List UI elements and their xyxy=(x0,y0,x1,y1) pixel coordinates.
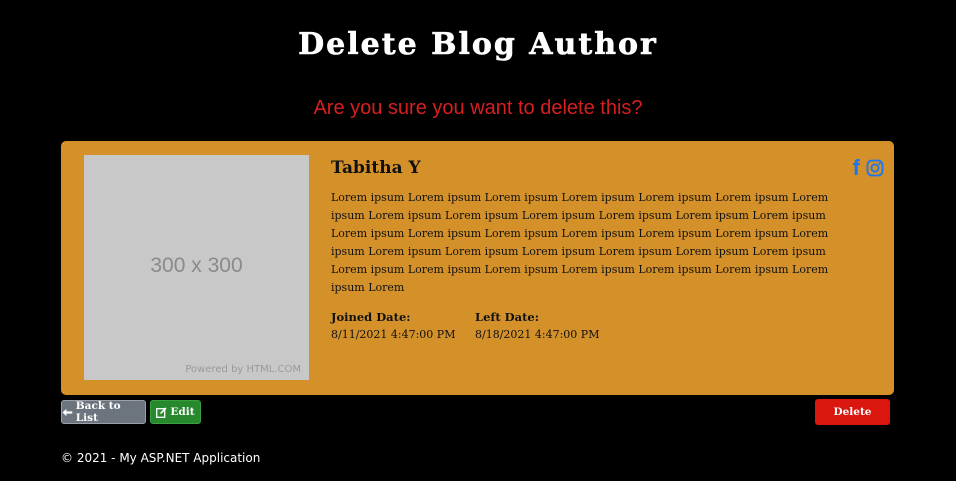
back-to-list-label: Back to List xyxy=(75,400,121,424)
left-date: Left Date: 8/18/2021 4:47:00 PM xyxy=(475,308,599,344)
footer-copyright: © 2021 - My ASP.NET Application xyxy=(61,451,261,465)
facebook-icon[interactable]: f xyxy=(853,157,860,179)
instagram-icon[interactable] xyxy=(866,159,884,177)
image-credit: Powered by HTML.COM xyxy=(185,364,301,375)
delete-button[interactable]: Delete xyxy=(815,399,890,425)
image-placeholder-text: 300 x 300 xyxy=(150,254,243,277)
edit-icon xyxy=(156,406,168,418)
joined-date: Joined Date: 8/11/2021 4:47:00 PM xyxy=(331,308,455,344)
joined-date-value: 8/11/2021 4:47:00 PM xyxy=(331,328,456,341)
delete-label: Delete xyxy=(833,406,872,418)
confirm-message: Are you sure you want to delete this? xyxy=(313,97,643,119)
page-title: Delete Blog Author xyxy=(298,27,658,63)
back-to-list-button[interactable]: Back to List xyxy=(61,400,146,424)
author-name: Tabitha Y xyxy=(331,158,421,178)
left-date-label: Left Date: xyxy=(475,310,539,324)
author-image: 300 x 300 Powered by HTML.COM xyxy=(84,155,309,380)
arrow-left-icon xyxy=(62,408,73,416)
joined-date-label: Joined Date: xyxy=(331,310,411,324)
left-date-value: 8/18/2021 4:47:00 PM xyxy=(475,328,600,341)
author-card: 300 x 300 Powered by HTML.COM Tabitha Y … xyxy=(61,141,894,395)
author-bio: Lorem ipsum Lorem ipsum Lorem ipsum Lore… xyxy=(331,191,829,294)
social-links: f xyxy=(853,157,884,179)
edit-button[interactable]: Edit xyxy=(150,400,201,424)
edit-label: Edit xyxy=(170,406,195,418)
